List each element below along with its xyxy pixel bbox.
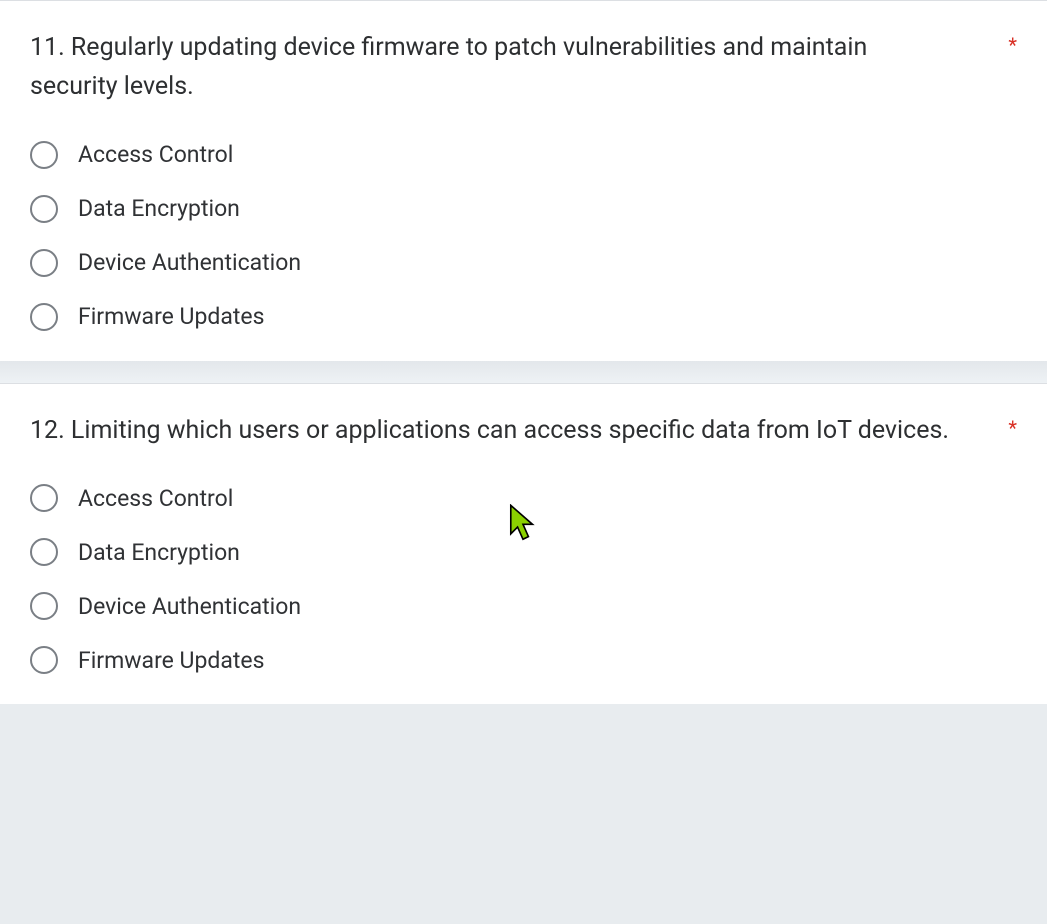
option-label: Firmware Updates xyxy=(78,303,264,330)
option-label: Device Authentication xyxy=(78,249,301,276)
radio-icon xyxy=(30,249,58,277)
option-label: Access Control xyxy=(78,141,233,168)
radio-icon xyxy=(30,303,58,331)
option-data-encryption[interactable]: Data Encryption xyxy=(30,195,1017,223)
option-firmware-updates[interactable]: Firmware Updates xyxy=(30,303,1017,331)
radio-icon xyxy=(30,484,58,512)
option-label: Device Authentication xyxy=(78,593,301,620)
question-header: 12. Limiting which users or applications… xyxy=(30,412,1017,451)
form-page: 11. Regularly updating device firmware t… xyxy=(0,0,1047,704)
options-group: Access Control Data Encryption Device Au… xyxy=(30,484,1017,674)
question-text: 11. Regularly updating device firmware t… xyxy=(30,29,950,107)
option-access-control[interactable]: Access Control xyxy=(30,141,1017,169)
option-firmware-updates[interactable]: Firmware Updates xyxy=(30,646,1017,674)
question-text: 12. Limiting which users or applications… xyxy=(30,412,949,451)
option-label: Access Control xyxy=(78,485,233,512)
radio-icon xyxy=(30,592,58,620)
question-number: 11. xyxy=(30,33,65,62)
required-asterisk: * xyxy=(1008,33,1017,57)
question-body: Regularly updating device firmware to pa… xyxy=(30,33,867,101)
question-body: Limiting which users or applications can… xyxy=(71,416,949,445)
option-device-authentication[interactable]: Device Authentication xyxy=(30,249,1017,277)
radio-icon xyxy=(30,538,58,566)
option-label: Data Encryption xyxy=(78,539,240,566)
question-number: 12. xyxy=(30,416,65,445)
question-header: 11. Regularly updating device firmware t… xyxy=(30,29,1017,107)
option-data-encryption[interactable]: Data Encryption xyxy=(30,538,1017,566)
option-label: Firmware Updates xyxy=(78,647,264,674)
question-card-12: 12. Limiting which users or applications… xyxy=(0,383,1047,705)
radio-icon xyxy=(30,195,58,223)
radio-icon xyxy=(30,646,58,674)
radio-icon xyxy=(30,141,58,169)
option-device-authentication[interactable]: Device Authentication xyxy=(30,592,1017,620)
option-label: Data Encryption xyxy=(78,195,240,222)
card-divider xyxy=(0,361,1047,383)
option-access-control[interactable]: Access Control xyxy=(30,484,1017,512)
question-card-11: 11. Regularly updating device firmware t… xyxy=(0,0,1047,361)
options-group: Access Control Data Encryption Device Au… xyxy=(30,141,1017,331)
required-asterisk: * xyxy=(1008,416,1017,440)
